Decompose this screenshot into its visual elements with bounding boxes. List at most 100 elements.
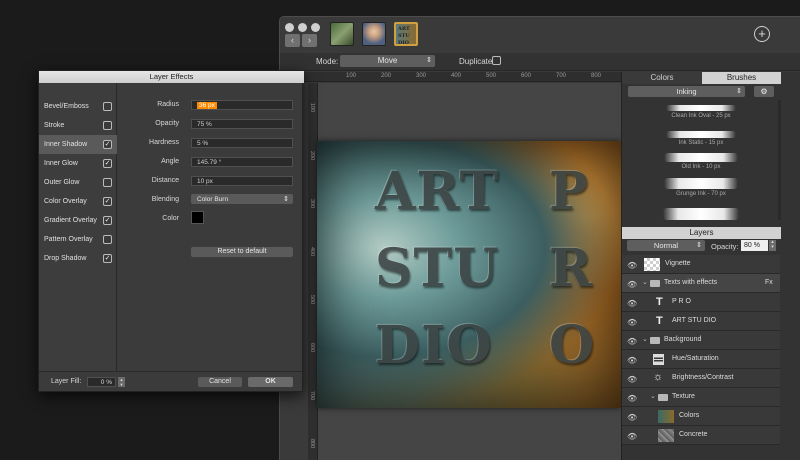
add-document-button[interactable]: + bbox=[754, 26, 770, 42]
effect-checkbox[interactable]: ✓ bbox=[103, 197, 112, 206]
effect-inner-glow[interactable]: Inner Glow ✓ bbox=[39, 154, 117, 173]
horizontal-ruler: 100 200 300 400 500 600 700 800 bbox=[302, 72, 621, 82]
effect-pattern-overlay[interactable]: Pattern Overlay bbox=[39, 230, 117, 249]
effect-stroke[interactable]: Stroke bbox=[39, 116, 117, 135]
distance-field[interactable]: 10 px bbox=[191, 176, 293, 186]
layer-row-texture[interactable]: 👁 ⌄ Texture bbox=[622, 388, 780, 407]
document-thumbnail-1[interactable] bbox=[330, 22, 354, 46]
layer-row-colors[interactable]: 👁 Colors bbox=[622, 407, 780, 426]
tab-colors[interactable]: Colors bbox=[622, 72, 702, 84]
effect-gradient-overlay[interactable]: Gradient Overlay ✓ bbox=[39, 211, 117, 230]
blending-value: Color Burn bbox=[197, 196, 229, 203]
effect-checkbox[interactable]: ✓ bbox=[103, 216, 112, 225]
effect-bevel-emboss[interactable]: Bevel/Emboss bbox=[39, 97, 117, 116]
opacity-field[interactable]: 75 % bbox=[191, 119, 293, 129]
artwork-canvas[interactable]: ART STU DIO P R O bbox=[317, 141, 621, 408]
layer-opacity-stepper[interactable]: ▴ ▾ bbox=[769, 240, 776, 251]
folder-icon bbox=[650, 280, 660, 287]
effect-checkbox[interactable] bbox=[103, 102, 112, 111]
eye-icon[interactable]: 👁 bbox=[627, 432, 637, 441]
brush-stroke-preview bbox=[664, 178, 738, 189]
layer-row-concrete[interactable]: 👁 Concrete bbox=[622, 426, 780, 445]
brushes-scrollbar[interactable] bbox=[778, 100, 781, 220]
eye-icon[interactable]: 👁 bbox=[627, 375, 637, 384]
close-window-button[interactable] bbox=[285, 23, 294, 32]
document-thumbnail-2[interactable] bbox=[362, 22, 386, 46]
effect-checkbox[interactable]: ✓ bbox=[103, 140, 112, 149]
eye-icon[interactable]: 👁 bbox=[627, 413, 637, 422]
cancel-button[interactable]: Cancel bbox=[198, 377, 242, 387]
reset-to-default-button[interactable]: Reset to default bbox=[191, 247, 293, 257]
blend-mode-value: Normal bbox=[653, 241, 679, 250]
layer-row-brightness-contrast[interactable]: 👁 ☼ Brightness/Contrast bbox=[622, 369, 780, 388]
brush-category-select[interactable]: Inking ⇕ bbox=[628, 86, 745, 97]
eye-icon[interactable]: 👁 bbox=[627, 299, 637, 308]
brush-item[interactable]: Ink Static - 15 px bbox=[624, 129, 778, 150]
document-thumbnail-3[interactable]: ART STU DIO bbox=[394, 22, 418, 46]
hardness-field[interactable]: 5 % bbox=[191, 138, 293, 148]
plus-icon: + bbox=[758, 26, 766, 41]
duplicate-checkbox[interactable] bbox=[492, 56, 501, 65]
layer-name: Vignette bbox=[665, 260, 691, 267]
eye-icon[interactable]: 👁 bbox=[627, 261, 637, 270]
distance-label: Distance bbox=[151, 177, 179, 184]
ok-button[interactable]: OK bbox=[248, 377, 293, 387]
effect-checkbox[interactable]: ✓ bbox=[103, 254, 112, 263]
ruler-tick: 100 bbox=[309, 103, 315, 113]
fx-badge[interactable]: Fx bbox=[765, 279, 773, 286]
ruler-tick: 700 bbox=[556, 73, 567, 79]
effect-color-overlay[interactable]: Color Overlay ✓ bbox=[39, 192, 117, 211]
eye-icon[interactable]: 👁 bbox=[627, 280, 637, 289]
eye-icon[interactable]: 👁 bbox=[627, 356, 637, 365]
layer-row-vignette[interactable]: 👁 Vignette bbox=[622, 255, 780, 274]
layer-row-hue-saturation[interactable]: 👁 Hue/Saturation bbox=[622, 350, 780, 369]
eye-icon[interactable]: 👁 bbox=[627, 318, 637, 327]
mode-select[interactable]: Move ⇕ bbox=[340, 55, 435, 67]
layer-fill-field[interactable]: 0 % bbox=[87, 377, 116, 387]
effect-drop-shadow[interactable]: Drop Shadow ✓ bbox=[39, 249, 117, 268]
disclosure-icon[interactable]: ⌄ bbox=[642, 278, 648, 286]
layer-name: Hue/Saturation bbox=[672, 355, 719, 362]
eye-icon[interactable]: 👁 bbox=[627, 394, 637, 403]
effect-inner-shadow[interactable]: Inner Shadow ✓ bbox=[39, 135, 117, 154]
ruler-tick: 500 bbox=[486, 73, 497, 79]
opacity-label: Opacity bbox=[155, 120, 179, 127]
ruler-tick: 500 bbox=[309, 295, 315, 305]
layer-row-pro[interactable]: 👁 T P R O bbox=[622, 293, 780, 312]
effect-checkbox[interactable] bbox=[103, 178, 112, 187]
minimize-window-button[interactable] bbox=[298, 23, 307, 32]
angle-label: Angle bbox=[161, 158, 179, 165]
disclosure-icon[interactable]: ⌄ bbox=[642, 335, 648, 343]
chevron-right-icon: › bbox=[308, 35, 311, 45]
angle-field[interactable]: 145.79 ° bbox=[191, 157, 293, 167]
forward-button[interactable]: › bbox=[302, 34, 317, 47]
layer-name: Concrete bbox=[679, 431, 708, 438]
zoom-window-button[interactable] bbox=[311, 23, 320, 32]
right-panel: Colors Brushes Inking ⇕ ⚙ Clean Ink Oval … bbox=[621, 72, 800, 460]
radius-field[interactable]: 36 px bbox=[191, 100, 293, 110]
shadow-color-swatch[interactable] bbox=[191, 211, 204, 224]
tab-brushes[interactable]: Brushes bbox=[702, 72, 781, 84]
layer-opacity-field[interactable]: 80 % bbox=[741, 240, 768, 251]
blending-select[interactable]: Color Burn ⇕ bbox=[191, 194, 293, 204]
ruler-tick: 200 bbox=[381, 73, 392, 79]
effect-label: Inner Shadow bbox=[44, 141, 88, 148]
effect-checkbox[interactable] bbox=[103, 121, 112, 130]
blend-mode-select[interactable]: Normal ⇕ bbox=[627, 240, 705, 251]
layer-row-texts-with-effects[interactable]: 👁 ⌄ Texts with effects Fx bbox=[622, 274, 780, 293]
brush-item[interactable]: Grunge Ink - 70 px bbox=[624, 176, 778, 197]
effect-checkbox[interactable]: ✓ bbox=[103, 159, 112, 168]
layer-row-art-studio[interactable]: 👁 T ART STU DIO bbox=[622, 312, 780, 331]
effect-label: Drop Shadow bbox=[44, 255, 87, 262]
effect-checkbox[interactable] bbox=[103, 235, 112, 244]
layer-row-background[interactable]: 👁 ⌄ Background bbox=[622, 331, 780, 350]
disclosure-icon[interactable]: ⌄ bbox=[650, 392, 656, 400]
brush-settings-button[interactable]: ⚙ bbox=[754, 86, 774, 97]
brush-item[interactable]: Old Ink - 10 px bbox=[624, 151, 778, 172]
layer-fill-stepper[interactable]: ▴ ▾ bbox=[118, 377, 125, 387]
back-button[interactable]: ‹ bbox=[285, 34, 300, 47]
brush-item[interactable] bbox=[624, 206, 778, 227]
effect-outer-glow[interactable]: Outer Glow bbox=[39, 173, 117, 192]
sun-icon: ☼ bbox=[653, 371, 664, 383]
eye-icon[interactable]: 👁 bbox=[627, 337, 637, 346]
